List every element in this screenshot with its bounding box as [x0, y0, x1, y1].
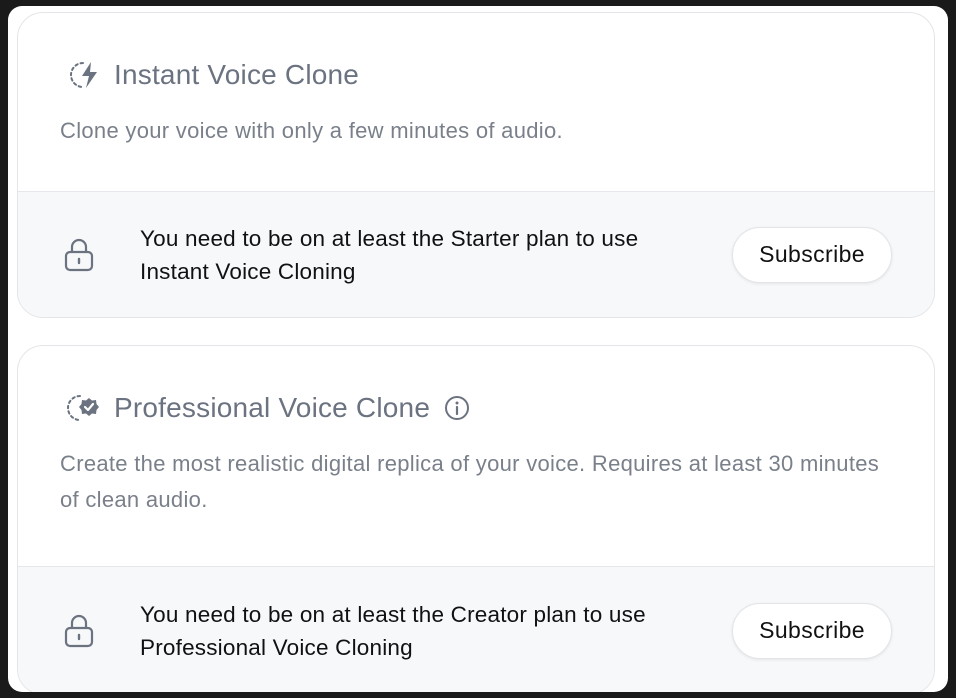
info-icon[interactable] — [444, 395, 470, 421]
professional-voice-clone-card: Professional Voice Clone Create the most… — [17, 345, 935, 692]
instant-title-row: Instant Voice Clone — [60, 55, 892, 95]
lightning-dotted-circle-icon — [60, 57, 100, 93]
professional-plan-notice: You need to be on at least the Creator p… — [18, 566, 934, 692]
professional-subscribe-button[interactable]: Subscribe — [732, 602, 892, 659]
instant-voice-clone-card: Instant Voice Clone Clone your voice wit… — [17, 12, 935, 318]
instant-title: Instant Voice Clone — [114, 59, 360, 90]
professional-title-row: Professional Voice Clone — [60, 388, 892, 428]
instant-plan-notice: You need to be on at least the Starter p… — [18, 191, 934, 317]
instant-subscribe-button[interactable]: Subscribe — [732, 226, 892, 283]
lock-icon — [64, 237, 94, 273]
instant-card-header: Instant Voice Clone Clone your voice wit… — [18, 13, 934, 193]
professional-card-header: Professional Voice Clone Create the most… — [18, 346, 934, 562]
professional-description: Create the most realistic digital replic… — [60, 451, 880, 512]
instant-description: Clone your voice with only a few minutes… — [60, 118, 563, 143]
instant-notice-text: You need to be on at least the Starter p… — [140, 225, 639, 284]
voice-clone-panel: Instant Voice Clone Clone your voice wit… — [8, 6, 948, 692]
professional-notice-text: You need to be on at least the Creator p… — [140, 601, 646, 660]
lock-icon — [64, 613, 94, 649]
verified-badge-dotted-circle-icon — [60, 390, 100, 426]
professional-title: Professional Voice Clone — [114, 392, 431, 423]
